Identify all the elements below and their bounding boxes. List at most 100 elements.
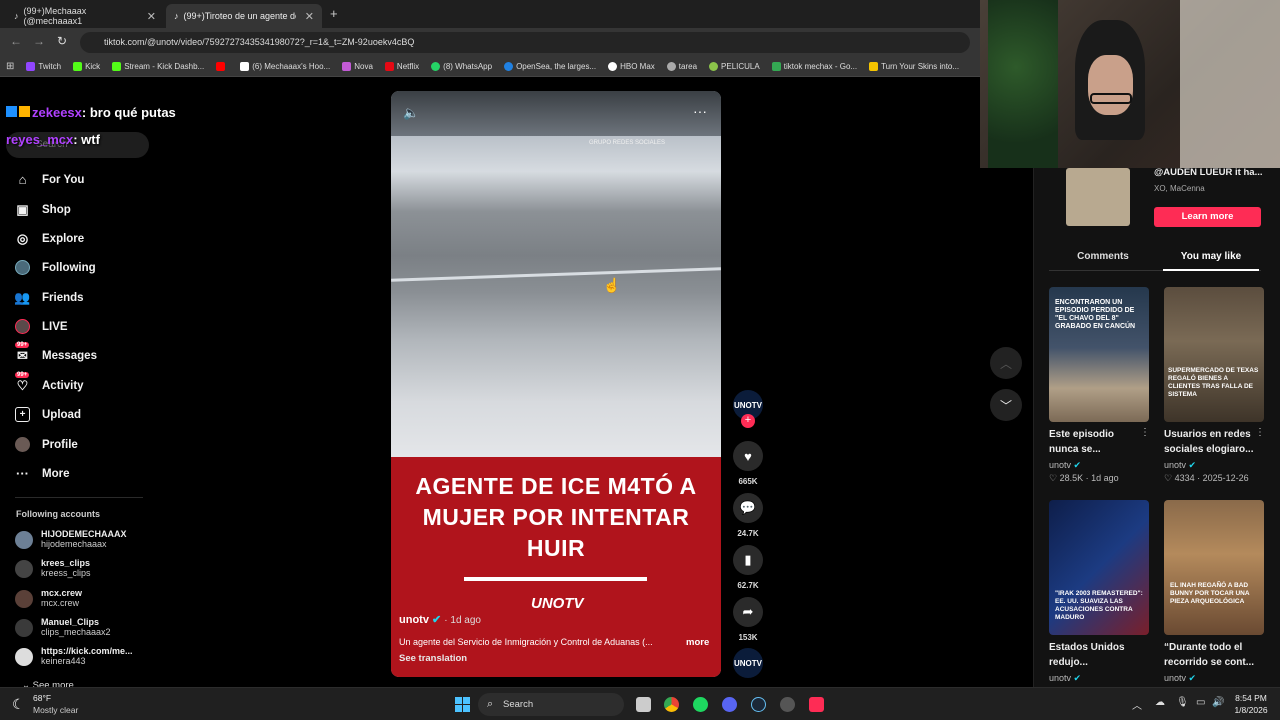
task-view-icon[interactable] [636, 697, 651, 712]
bookmark-item[interactable]: Netflix [384, 61, 419, 71]
video-card-author[interactable]: unotv ✔ [1049, 460, 1081, 471]
more-options-icon[interactable]: ··· [693, 103, 707, 119]
windows-start-icon[interactable] [455, 697, 470, 712]
weather-temp[interactable]: 68°F [33, 693, 51, 703]
drive-icon [771, 61, 781, 71]
more-button[interactable]: more [686, 637, 709, 648]
video-card-title[interactable]: Usuarios en redes sociales elogiaro... [1164, 427, 1260, 457]
monitor-icon[interactable]: ▭ [1196, 697, 1205, 708]
nav-activity[interactable]: ♡ 99+ Activity [15, 372, 84, 393]
nav-messages[interactable]: ✉ 99+ Messages [15, 342, 97, 363]
following-account[interactable]: Manuel_Clips clips_mechaaax2 [15, 617, 111, 637]
speaker-icon[interactable]: 🔊 [1212, 697, 1224, 708]
bookmark-item[interactable]: (8) WhatsApp [431, 61, 492, 71]
following-account[interactable]: HIJODEMECHAAAX hijodemechaaax [15, 529, 127, 549]
learn-more-button[interactable]: Learn more [1154, 207, 1261, 227]
video-card-title[interactable]: “Durante todo el recorrido se cont... [1164, 640, 1260, 670]
bookmark-item[interactable]: Kick [73, 61, 100, 71]
close-tab-icon[interactable]: ✕ [147, 10, 156, 23]
bookmark-item[interactable]: PELICULA [709, 61, 760, 71]
close-tab-icon[interactable]: ✕ [305, 10, 314, 23]
bookmark-item[interactable]: (6) Mechaaax's Hoo... [240, 61, 330, 71]
video-card-author[interactable]: unotv ✔ [1164, 673, 1196, 684]
apps-grid-icon[interactable]: ⊞ [6, 61, 14, 72]
video-author[interactable]: unotv ✔ · 1d ago [399, 613, 481, 626]
chat-username: reyes_mcx [6, 132, 74, 147]
comment-button[interactable]: 💬 [733, 493, 763, 523]
follow-plus-icon[interactable]: + [741, 414, 755, 428]
tab-comments[interactable]: Comments [1049, 251, 1157, 262]
chat-text: : wtf [73, 132, 100, 147]
forward-icon[interactable]: → [33, 34, 45, 48]
bookmark-icon: ▮ [744, 552, 752, 567]
see-translation-link[interactable]: See translation [399, 653, 467, 664]
nav-shop[interactable]: ▣ Shop [15, 202, 70, 217]
twitch-icon [26, 61, 36, 71]
back-icon[interactable]: ← [10, 34, 22, 48]
sound-disc[interactable]: UNOTV [733, 648, 763, 678]
mic-icon[interactable]: 🎙 [1176, 697, 1189, 708]
card-more-icon[interactable]: ⋮ [1140, 427, 1150, 438]
tab-you-may-like[interactable]: You may like [1163, 251, 1259, 262]
url-field[interactable]: tiktok.com/@unotv/video/7592727343534198… [80, 32, 970, 53]
discord-icon[interactable] [722, 697, 737, 712]
bookmark-item[interactable]: OpenSea, the larges... [504, 61, 596, 71]
volume-icon[interactable]: 🔈 [403, 105, 419, 121]
video-card-thumbnail[interactable]: ENCONTRARON UN EPISODIO PERDIDO DE "EL C… [1049, 287, 1149, 422]
bookmark-item[interactable]: tiktok mechax - Go... [771, 61, 857, 71]
tab-label: (99+)Mechaaax (@mechaaax1 [23, 6, 87, 26]
taskbar-search[interactable]: ⌕ Search [478, 693, 624, 716]
video-card-thumbnail[interactable]: SUPERMERCADO DE TEXAS REGALÓ BIENES A CL… [1164, 287, 1264, 422]
video-card-thumbnail[interactable]: EL INAH REGAÑÓ A BAD BUNNY POR TOCAR UNA… [1164, 500, 1264, 635]
nav-explore[interactable]: ◎ Explore [15, 231, 84, 246]
chrome-icon[interactable] [664, 697, 679, 712]
nav-more[interactable]: ··· More [15, 466, 69, 481]
bookmark-item[interactable]: Turn Your Skins into... [869, 61, 959, 71]
ad-thumbnail[interactable] [1066, 168, 1130, 226]
browser-tab-active[interactable]: ♪ (99+)Tiroteo de un agente de I ✕ [166, 4, 322, 28]
share-button[interactable]: ➦ [733, 597, 763, 627]
video-card-author[interactable]: unotv ✔ [1164, 460, 1196, 471]
nav-upload[interactable]: + Upload [15, 407, 81, 422]
nav-for-you[interactable]: ⌂ For You [15, 172, 85, 187]
next-video-button[interactable]: ﹀ [990, 389, 1022, 421]
address-bar-row: ← → ↻ tiktok.com/@unotv/video/7592727343… [0, 28, 980, 56]
tiktok-app-icon[interactable] [809, 697, 824, 712]
like-button[interactable]: ♥ [733, 441, 763, 471]
browser-tab[interactable]: ♪ (99+)Mechaaax (@mechaaax1 ✕ [6, 4, 164, 28]
reload-icon[interactable]: ↻ [57, 34, 67, 48]
video-card-author[interactable]: unotv ✔ [1049, 673, 1081, 684]
video-card-title[interactable]: Este episodio nunca se... [1049, 427, 1145, 457]
clock-time[interactable]: 8:54 PM [1232, 693, 1270, 703]
previous-video-button[interactable]: ︿ [990, 347, 1022, 379]
nav-profile[interactable]: Profile [15, 437, 78, 452]
hbo-icon [608, 61, 618, 71]
following-account[interactable]: https://kick.com/me... keinera443 [15, 646, 133, 666]
steam-icon[interactable] [751, 697, 766, 712]
bookmark-item[interactable]: Nova [342, 61, 373, 71]
cloud-icon[interactable]: ☁ [1155, 697, 1165, 708]
video-card-thumbnail[interactable]: "IRAK 2003 REMASTERED": EE. UU. SUAVIZA … [1049, 500, 1149, 635]
share-count: 153K [738, 633, 758, 642]
video-time: · 1d ago [444, 615, 481, 626]
nav-following[interactable]: Following [15, 260, 96, 275]
bookmark-item[interactable]: HBO Max [608, 61, 655, 71]
save-button[interactable]: ▮ [733, 545, 763, 575]
nav-live[interactable]: LIVE [15, 319, 68, 334]
video-card-title[interactable]: Estados Unidos redujo... [1049, 640, 1145, 670]
new-tab-button[interactable]: + [330, 6, 338, 21]
thumbnail-text: EL INAH REGAÑÓ A BAD BUNNY POR TOCAR UNA… [1170, 582, 1250, 605]
following-account[interactable]: krees_clips kreess_clips [15, 558, 91, 578]
video-player[interactable]: GRUPO REDES SOCIALES 🔈 ··· ☝ AGENTE DE I… [391, 91, 721, 677]
nav-friends[interactable]: 👥 Friends [14, 290, 83, 305]
bookmark-item[interactable]: Stream - Kick Dashb... [112, 61, 204, 71]
bookmark-item[interactable]: Twitch [26, 61, 61, 71]
bookmark-item[interactable] [216, 61, 228, 71]
card-more-icon[interactable]: ⋮ [1255, 427, 1265, 438]
app-icon[interactable] [780, 697, 795, 712]
following-account[interactable]: mcx.crew mcx.crew [15, 588, 82, 608]
compass-icon: ◎ [16, 230, 29, 246]
spotify-icon[interactable] [693, 697, 708, 712]
chevron-up-icon[interactable]: ︿ [1132, 697, 1142, 712]
bookmark-item[interactable]: tarea [666, 61, 697, 71]
